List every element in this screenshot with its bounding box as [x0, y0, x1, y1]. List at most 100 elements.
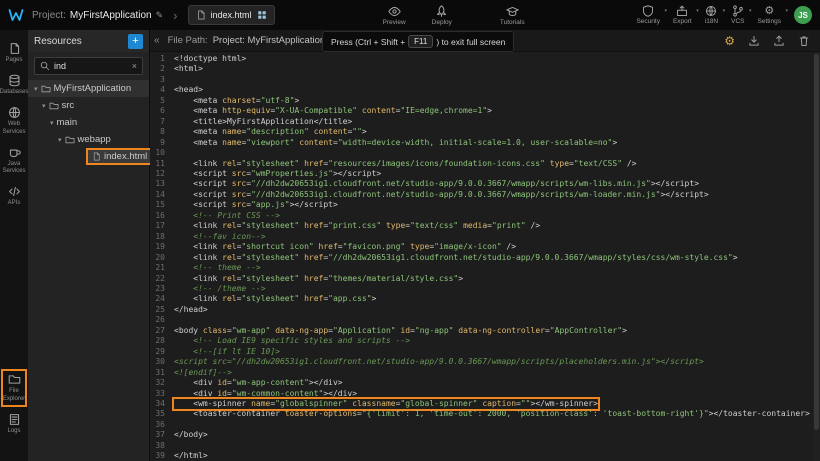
deploy-label: Deploy: [432, 19, 452, 26]
tree-item-src[interactable]: ▾ src: [28, 97, 149, 114]
code-line[interactable]: 37</body>: [150, 430, 820, 440]
tree-item-index-html[interactable]: index.html: [28, 148, 149, 165]
security-button[interactable]: ▾ Security: [636, 5, 659, 25]
code-line[interactable]: 28 <!-- Load IE9 specific styles and scr…: [150, 336, 820, 346]
code-line[interactable]: 22 <link rel="stylesheet" href="themes/m…: [150, 274, 820, 284]
caret-down-icon[interactable]: ▾: [58, 136, 62, 144]
caret-down-icon[interactable]: ▾: [42, 102, 46, 110]
line-number: 6: [150, 106, 174, 116]
scrollbar-thumb[interactable]: [814, 54, 819, 430]
code-line[interactable]: 17 <link rel="stylesheet" href="print.cs…: [150, 221, 820, 231]
vcs-button[interactable]: ▾ VCS: [731, 5, 744, 25]
code-line[interactable]: 34 <wm-spinner name="globalspinner" clas…: [150, 399, 820, 409]
download-icon[interactable]: [748, 35, 760, 47]
tutorials-button[interactable]: Tutorials: [500, 5, 525, 26]
code-line[interactable]: 1<!doctype html>: [150, 54, 820, 64]
code-line[interactable]: 12 <script src="wmProperties.js"></scrip…: [150, 169, 820, 179]
code-line[interactable]: 23 <!-- /theme -->: [150, 284, 820, 294]
code-editor[interactable]: 1<!doctype html>2<html>34<head>5 <meta c…: [150, 52, 820, 461]
code-line[interactable]: 38: [150, 441, 820, 451]
sidebar-item-java-services[interactable]: Java Services: [1, 142, 27, 179]
resources-title: Resources: [34, 36, 124, 47]
annotation-highlight: index.html: [86, 148, 157, 165]
sidebar-item-file-explorer[interactable]: File Explorer: [1, 369, 27, 406]
code-line-content: <title>MyFirstApplication</title>: [174, 117, 352, 127]
code-line[interactable]: 26: [150, 315, 820, 325]
export-icon: [676, 5, 688, 17]
user-avatar[interactable]: JS: [794, 6, 812, 24]
tab-index-html[interactable]: index.html: [188, 5, 275, 25]
code-line[interactable]: 29 <!--[if lt IE 10]>: [150, 347, 820, 357]
clear-search-icon[interactable]: ×: [132, 61, 137, 71]
code-line[interactable]: 4<head>: [150, 85, 820, 95]
code-line[interactable]: 20 <link rel="stylesheet" href="//dh2dw2…: [150, 253, 820, 263]
code-line[interactable]: 35 <toaster-container toaster-options="{…: [150, 409, 820, 419]
code-line[interactable]: 36: [150, 420, 820, 430]
preview-button[interactable]: Preview: [383, 5, 406, 26]
code-line[interactable]: 8 <meta name="description" content="">: [150, 127, 820, 137]
security-label: Security: [636, 18, 659, 25]
java-services-icon: [8, 146, 21, 159]
tree-item-main[interactable]: ▾ main: [28, 114, 149, 131]
code-line[interactable]: 15 <script src="app.js"></script>: [150, 200, 820, 210]
code-line[interactable]: 24 <link rel="stylesheet" href="app.css"…: [150, 294, 820, 304]
deploy-button[interactable]: Deploy: [432, 5, 452, 26]
i18n-button[interactable]: ▾ i18N: [705, 5, 718, 25]
code-line[interactable]: 18 <!--fav icon-->: [150, 232, 820, 242]
code-line[interactable]: 5 <meta charset="utf-8">: [150, 96, 820, 106]
sidebar-item-logs[interactable]: Logs: [1, 409, 27, 439]
caret-down-icon[interactable]: ▾: [50, 119, 54, 127]
resource-search-input[interactable]: [54, 61, 128, 71]
annotated-code-line-content: <wm-spinner name="globalspinner" classna…: [174, 399, 598, 409]
code-line[interactable]: 2<html>: [150, 64, 820, 74]
line-number: 23: [150, 284, 174, 294]
code-line-content: <link rel="stylesheet" href="themes/mate…: [174, 274, 463, 284]
line-number: 39: [150, 451, 174, 461]
code-line[interactable]: 9 <meta name="viewport" content="width=d…: [150, 138, 820, 148]
code-line[interactable]: 3: [150, 75, 820, 85]
sidebar-item-databases[interactable]: Databases: [1, 70, 27, 100]
code-line-content: <!-- theme -->: [174, 263, 261, 273]
grid-icon[interactable]: [257, 10, 267, 20]
code-line-content: <script src="//dh2dw20653ig1.cloudfront.…: [174, 190, 709, 200]
edit-project-pencil-icon[interactable]: ✎: [156, 10, 164, 21]
code-line[interactable]: 19 <link rel="shortcut icon" href="favic…: [150, 242, 820, 252]
code-line[interactable]: 32 <div id="wm-app-content"></div>: [150, 378, 820, 388]
collapse-panel-icon[interactable]: «: [154, 35, 160, 46]
sidebar-item-apis[interactable]: APIs: [1, 181, 27, 211]
sidebar-item-web-services[interactable]: Web Services: [1, 102, 27, 139]
code-line-content: <div id="wm-common-content"></div>: [174, 389, 357, 399]
code-line[interactable]: 31<![endif]-->: [150, 368, 820, 378]
editor-scrollbar[interactable]: [813, 52, 820, 461]
code-line[interactable]: 27<body class="wm-app" data-ng-app="Appl…: [150, 326, 820, 336]
upload-icon[interactable]: [773, 35, 785, 47]
tree-item-myfirstapplication[interactable]: ▾ MyFirstApplication: [28, 80, 149, 97]
line-number: 13: [150, 179, 174, 189]
editor-settings-gear-icon[interactable]: ⚙: [724, 34, 735, 48]
code-line[interactable]: 13 <script src="//dh2dw20653ig1.cloudfro…: [150, 179, 820, 189]
add-resource-button[interactable]: +: [128, 34, 143, 49]
code-line[interactable]: 10: [150, 148, 820, 158]
code-line[interactable]: 16 <!-- Print CSS -->: [150, 211, 820, 221]
code-line[interactable]: 7 <title>MyFirstApplication</title>: [150, 117, 820, 127]
code-line-content: <script src="//dh2dw20653ig1.cloudfront.…: [174, 357, 704, 367]
line-number: 1: [150, 54, 174, 64]
code-line[interactable]: 14 <script src="//dh2dw20653ig1.cloudfro…: [150, 190, 820, 200]
code-line[interactable]: 21 <!-- theme -->: [150, 263, 820, 273]
code-line[interactable]: 39</html>: [150, 451, 820, 461]
resource-search-box[interactable]: ×: [34, 57, 143, 75]
code-line[interactable]: 33 <div id="wm-common-content"></div>: [150, 389, 820, 399]
code-line[interactable]: 25</head>: [150, 305, 820, 315]
code-line-content: <!--fav icon-->: [174, 232, 266, 242]
export-button[interactable]: ▾ Export: [673, 5, 692, 25]
trash-icon[interactable]: [798, 35, 810, 47]
tree-item-webapp[interactable]: ▾ webapp: [28, 131, 149, 148]
caret-down-icon[interactable]: ▾: [34, 85, 38, 93]
code-line-content: <script src="wmProperties.js"></script>: [174, 169, 381, 179]
code-line[interactable]: 6 <meta http-equiv="X-UA-Compatible" con…: [150, 106, 820, 116]
wavemaker-logo-icon[interactable]: [8, 7, 24, 23]
settings-button[interactable]: ⚙ ▾ Settings: [758, 5, 782, 25]
code-line[interactable]: 11 <link rel="stylesheet" href="resource…: [150, 159, 820, 169]
code-line[interactable]: 30<script src="//dh2dw20653ig1.cloudfron…: [150, 357, 820, 367]
sidebar-item-pages[interactable]: Pages: [1, 38, 27, 68]
